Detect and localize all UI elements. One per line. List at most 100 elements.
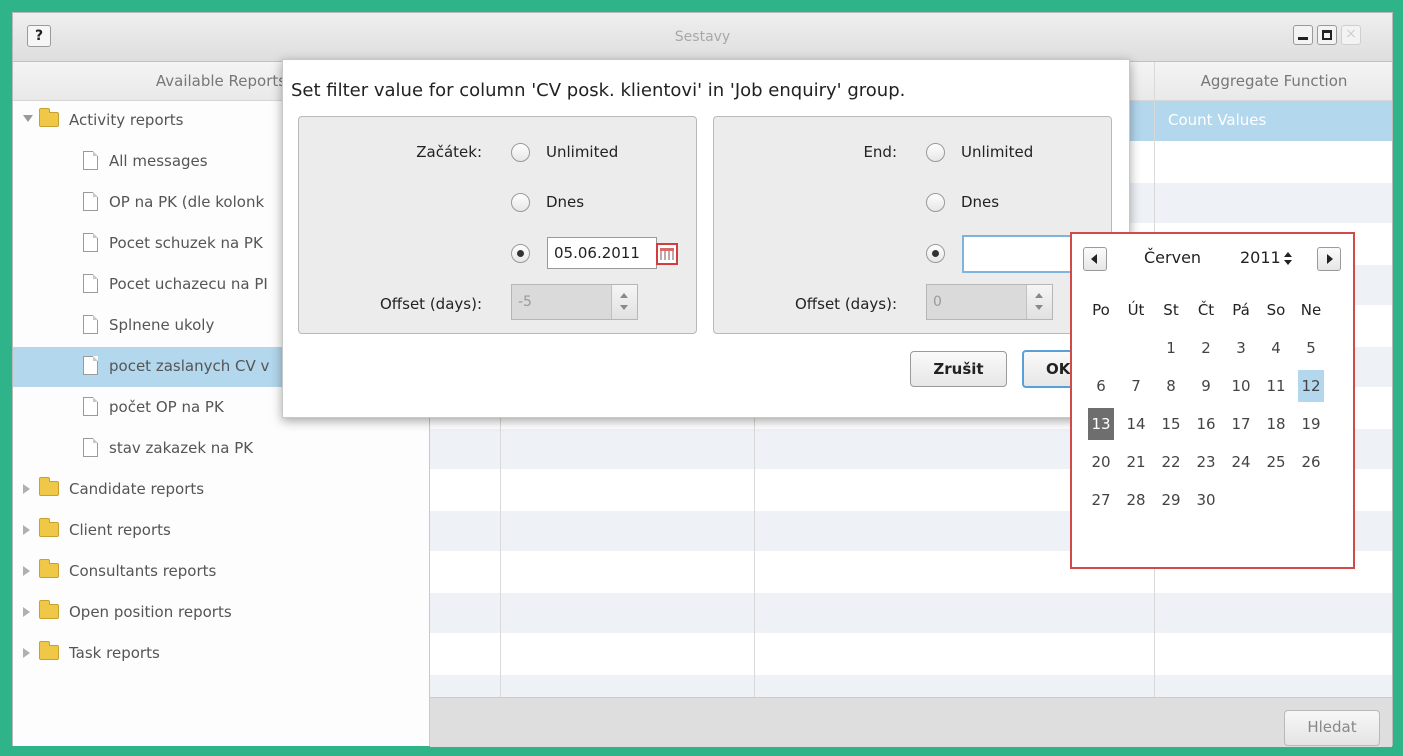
end-date-input[interactable]	[962, 235, 1082, 273]
document-icon	[83, 274, 98, 293]
tree-category[interactable]: Candidate reports	[13, 470, 429, 510]
tree-report-label: stav zakazek na PK	[109, 439, 254, 457]
calendar-icon[interactable]	[656, 243, 678, 265]
start-date-input[interactable]: 05.06.2011	[547, 237, 657, 269]
start-date-radio[interactable]	[511, 244, 530, 263]
start-today-radio[interactable]	[511, 193, 530, 212]
start-offset-spin-buttons[interactable]	[611, 285, 637, 319]
year-spinner-icon[interactable]	[1283, 252, 1293, 266]
calendar-day[interactable]: 27	[1088, 484, 1114, 516]
calendar-day[interactable]: 22	[1158, 446, 1184, 478]
tree-category[interactable]: Open position reports	[13, 593, 429, 633]
calendar-day[interactable]: 2	[1193, 332, 1219, 364]
document-icon	[83, 315, 98, 334]
calendar-month: Červen	[1144, 248, 1202, 267]
tree-category-label: Candidate reports	[69, 480, 205, 498]
expand-right-icon[interactable]	[23, 607, 30, 617]
calendar-day[interactable]: 21	[1123, 446, 1149, 478]
end-offset-spin-buttons[interactable]	[1026, 285, 1052, 319]
document-icon	[83, 356, 98, 375]
maximize-button[interactable]	[1317, 25, 1337, 45]
folder-icon	[39, 477, 59, 496]
tree-category[interactable]: Client reports	[13, 511, 429, 551]
calendar-day[interactable]: 6	[1088, 370, 1114, 402]
end-unlimited-label: Unlimited	[961, 143, 1034, 161]
expand-right-icon[interactable]	[23, 648, 30, 658]
bottom-toolbar: Hledat	[430, 697, 1392, 747]
end-offset-value: 0	[933, 294, 942, 310]
folder-icon	[39, 518, 59, 537]
calendar-day[interactable]: 26	[1298, 446, 1324, 478]
start-today-label: Dnes	[546, 193, 585, 211]
minimize-button[interactable]	[1293, 25, 1313, 45]
tree-report-item[interactable]: stav zakazek na PK	[13, 429, 429, 469]
weekday-header: Čt	[1197, 301, 1215, 319]
calendar-day[interactable]: 28	[1123, 484, 1149, 516]
tree-category[interactable]: Task reports	[13, 634, 429, 674]
end-range-box: End: Unlimited Dnes Offset (days): 0	[713, 116, 1112, 334]
grid-row[interactable]	[430, 593, 1392, 633]
calendar-day[interactable]: 3	[1228, 332, 1254, 364]
start-offset-value: -5	[518, 294, 532, 310]
next-month-button[interactable]	[1317, 247, 1341, 271]
calendar-day[interactable]: 18	[1263, 408, 1289, 440]
filter-dialog: Set filter value for column 'CV posk. kl…	[282, 59, 1130, 418]
search-button[interactable]: Hledat	[1284, 710, 1380, 746]
calendar-day[interactable]: 16	[1193, 408, 1219, 440]
calendar-day[interactable]: 25	[1263, 446, 1289, 478]
grid-row[interactable]	[430, 634, 1392, 674]
document-icon	[83, 151, 98, 170]
previous-month-button[interactable]	[1083, 247, 1107, 271]
calendar-day[interactable]: 23	[1193, 446, 1219, 478]
end-offset-spinner[interactable]: 0	[926, 284, 1053, 320]
aggregate-function-cell[interactable]: Count Values	[1168, 111, 1266, 129]
weekday-header: Pá	[1232, 301, 1250, 319]
calendar-day[interactable]: 8	[1158, 370, 1184, 402]
tree-category-label: Client reports	[69, 521, 171, 539]
tree-category-label: Activity reports	[69, 111, 184, 129]
calendar-year[interactable]: 2011	[1240, 248, 1281, 267]
end-offset-label: Offset (days):	[795, 295, 897, 313]
calendar-day[interactable]: 9	[1193, 370, 1219, 402]
calendar-day[interactable]: 14	[1123, 408, 1149, 440]
tree-category-label: Open position reports	[69, 603, 232, 621]
calendar-day[interactable]: 15	[1158, 408, 1184, 440]
start-offset-spinner[interactable]: -5	[511, 284, 638, 320]
folder-icon	[39, 600, 59, 619]
tree-category-label: Consultants reports	[69, 562, 217, 580]
calendar-day[interactable]: 30	[1193, 484, 1219, 516]
aggregate-function-header: Aggregate Function	[1154, 62, 1393, 100]
folder-icon	[39, 559, 59, 578]
calendar-day[interactable]: 4	[1263, 332, 1289, 364]
calendar-day[interactable]: 10	[1228, 370, 1254, 402]
calendar-day[interactable]: 5	[1298, 332, 1324, 364]
end-date-radio[interactable]	[926, 244, 945, 263]
document-icon	[83, 192, 98, 211]
calendar-day[interactable]: 17	[1228, 408, 1254, 440]
calendar-day[interactable]: 24	[1228, 446, 1254, 478]
calendar-day[interactable]: 1	[1158, 332, 1184, 364]
end-unlimited-radio[interactable]	[926, 143, 945, 162]
calendar-day[interactable]: 13	[1088, 408, 1114, 440]
close-button[interactable]: ×	[1341, 25, 1361, 45]
calendar-day[interactable]: 12	[1298, 370, 1324, 402]
expand-right-icon[interactable]	[23, 484, 30, 494]
weekday-header: St	[1163, 301, 1179, 319]
calendar-day[interactable]: 29	[1158, 484, 1184, 516]
dialog-title: Set filter value for column 'CV posk. kl…	[291, 80, 906, 101]
calendar-day[interactable]: 11	[1263, 370, 1289, 402]
folder-icon	[39, 108, 59, 127]
expand-right-icon[interactable]	[23, 566, 30, 576]
start-unlimited-radio[interactable]	[511, 143, 530, 162]
calendar-day[interactable]: 19	[1298, 408, 1324, 440]
calendar-day[interactable]: 20	[1088, 446, 1114, 478]
expand-down-icon[interactable]	[23, 115, 33, 122]
end-today-radio[interactable]	[926, 193, 945, 212]
tree-category[interactable]: Consultants reports	[13, 552, 429, 592]
expand-right-icon[interactable]	[23, 525, 30, 535]
cancel-button[interactable]: Zrušit	[910, 351, 1007, 387]
end-label: End:	[863, 143, 897, 161]
folder-icon	[39, 641, 59, 660]
calendar-day[interactable]: 7	[1123, 370, 1149, 402]
weekday-header: So	[1266, 301, 1286, 319]
